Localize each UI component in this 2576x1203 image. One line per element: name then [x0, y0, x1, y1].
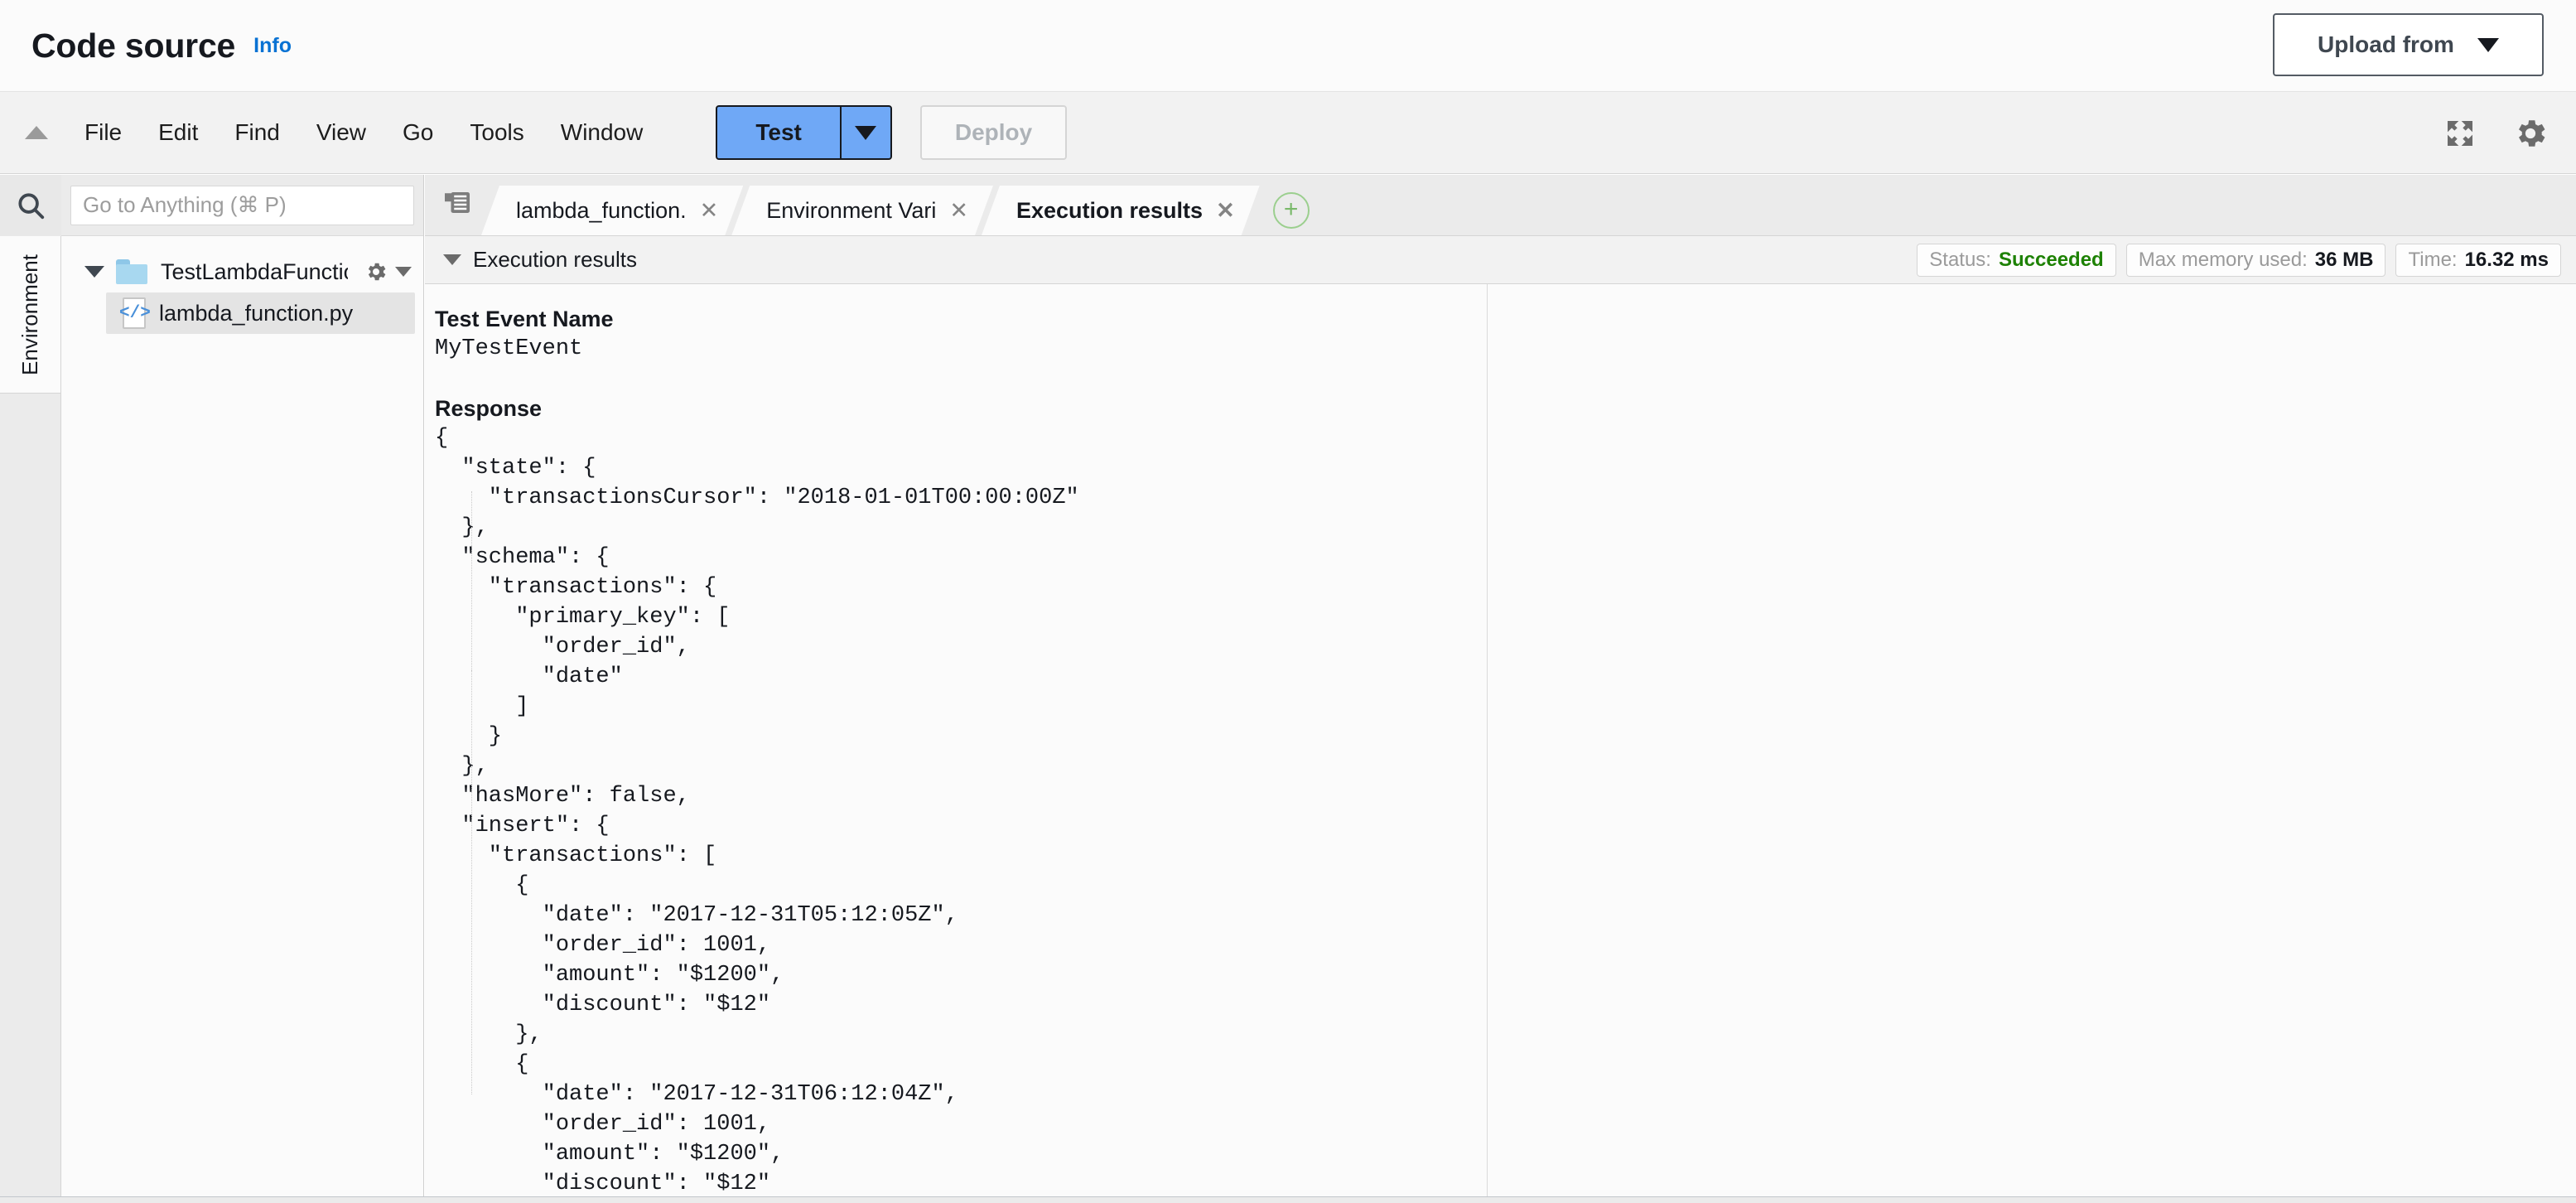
indent-guide — [471, 670, 472, 1094]
max-memory-value: 36 MB — [2314, 248, 2374, 271]
status-badge: Status: Succeeded — [1917, 243, 2116, 277]
tab-execution-results[interactable]: Execution results ✕ — [982, 186, 1260, 235]
tab-label: Environment Vari — [766, 197, 937, 223]
upload-from-button[interactable]: Upload from — [2273, 13, 2544, 76]
tab-label: lambda_function. — [516, 197, 687, 223]
folder-settings-dropdown[interactable] — [364, 259, 412, 284]
chevron-down-icon[interactable] — [443, 254, 461, 265]
gear-icon — [368, 263, 386, 281]
test-dropdown-button[interactable] — [840, 105, 892, 160]
file-tree: TestLambdaFunctio </> lambda_function.py — [61, 236, 423, 334]
search-bar — [61, 175, 423, 236]
execution-results-bar: Execution results Status: Succeeded Max … — [425, 236, 2576, 284]
menu-item-go[interactable]: Go — [384, 114, 451, 151]
editor-area: lambda_function. ✕ Environment Vari ✕ Ex… — [425, 175, 2576, 1203]
test-event-name-value: MyTestEvent — [435, 336, 583, 361]
status-badges: Status: Succeeded Max memory used: 36 MB… — [1917, 243, 2561, 277]
menu-item-edit[interactable]: Edit — [140, 114, 216, 151]
test-button[interactable]: Test — [716, 105, 841, 160]
rail-tab-environment[interactable]: Environment — [0, 236, 60, 394]
chevron-down-icon — [395, 267, 412, 277]
page-header: Code source Info Upload from — [0, 0, 2576, 91]
close-icon[interactable]: ✕ — [700, 198, 719, 224]
menu-bar: File Edit Find View Go Tools Window Test… — [0, 91, 2576, 174]
tab-environment-variables[interactable]: Environment Vari ✕ — [731, 186, 993, 235]
time-value: 16.32 ms — [2464, 248, 2549, 271]
python-file-icon: </> — [119, 297, 151, 329]
results-panes: Test Event Name MyTestEvent Response { "… — [425, 284, 2576, 1202]
folder-icon — [116, 259, 147, 284]
tree-row-folder[interactable]: TestLambdaFunctio — [61, 251, 423, 292]
menu-item-window[interactable]: Window — [543, 114, 662, 151]
menu-item-tools[interactable]: Tools — [451, 114, 542, 151]
tree-row-file[interactable]: </> lambda_function.py — [106, 292, 415, 334]
test-button-group: Test — [716, 105, 892, 160]
search-icon[interactable] — [0, 175, 61, 236]
expand-icon[interactable] — [2443, 117, 2477, 150]
chevron-down-icon — [855, 125, 877, 140]
bottom-status-bar — [0, 1196, 2576, 1203]
results-logs-pane — [1488, 284, 2576, 1202]
max-memory-badge: Max memory used: 36 MB — [2125, 243, 2386, 277]
upload-from-label: Upload from — [2318, 31, 2454, 57]
close-icon[interactable]: ✕ — [949, 198, 968, 224]
page-title: Code source — [31, 26, 236, 65]
close-icon[interactable]: ✕ — [1216, 198, 1235, 224]
status-badge-label: Status: — [1929, 248, 1991, 271]
menu-item-find[interactable]: Find — [216, 114, 297, 151]
menu-item-file[interactable]: File — [66, 114, 140, 151]
collapse-caret-icon[interactable] — [25, 126, 48, 139]
execution-results-title: Execution results — [473, 247, 637, 272]
gear-icon[interactable] — [2511, 114, 2549, 152]
rail-tab-label: Environment — [17, 254, 42, 375]
response-label: Response — [435, 396, 543, 421]
add-tab-button[interactable]: + — [1272, 192, 1310, 229]
info-link[interactable]: Info — [253, 34, 292, 58]
sidebar-file-explorer: TestLambdaFunctio </> lambda_function.py — [61, 175, 424, 1203]
deploy-button[interactable]: Deploy — [919, 105, 1068, 160]
time-badge: Time: 16.32 ms — [2395, 243, 2561, 277]
results-output-pane: Test Event Name MyTestEvent Response { "… — [425, 284, 1488, 1202]
max-memory-label: Max memory used: — [2138, 248, 2308, 271]
response-json: { "state": { "transactionsCursor": "2018… — [435, 426, 1079, 1202]
test-event-name-label: Test Event Name — [435, 307, 614, 331]
status-badge-value: Succeeded — [1998, 248, 2104, 271]
left-rail: Environment — [0, 175, 61, 1203]
chevron-down-icon[interactable] — [84, 266, 104, 278]
tab-list-icon[interactable] — [433, 174, 481, 235]
menubar-right-icons — [2443, 92, 2549, 175]
tab-lambda-function[interactable]: lambda_function. ✕ — [481, 186, 743, 235]
search-input[interactable] — [70, 185, 414, 225]
file-label: lambda_function.py — [159, 300, 354, 326]
chevron-down-icon — [2477, 37, 2499, 52]
folder-label: TestLambdaFunctio — [161, 258, 348, 284]
tab-label: Execution results — [1015, 197, 1204, 223]
menu-item-view[interactable]: View — [298, 114, 384, 151]
tab-bar: lambda_function. ✕ Environment Vari ✕ Ex… — [425, 175, 2576, 236]
time-label: Time: — [2408, 248, 2458, 271]
